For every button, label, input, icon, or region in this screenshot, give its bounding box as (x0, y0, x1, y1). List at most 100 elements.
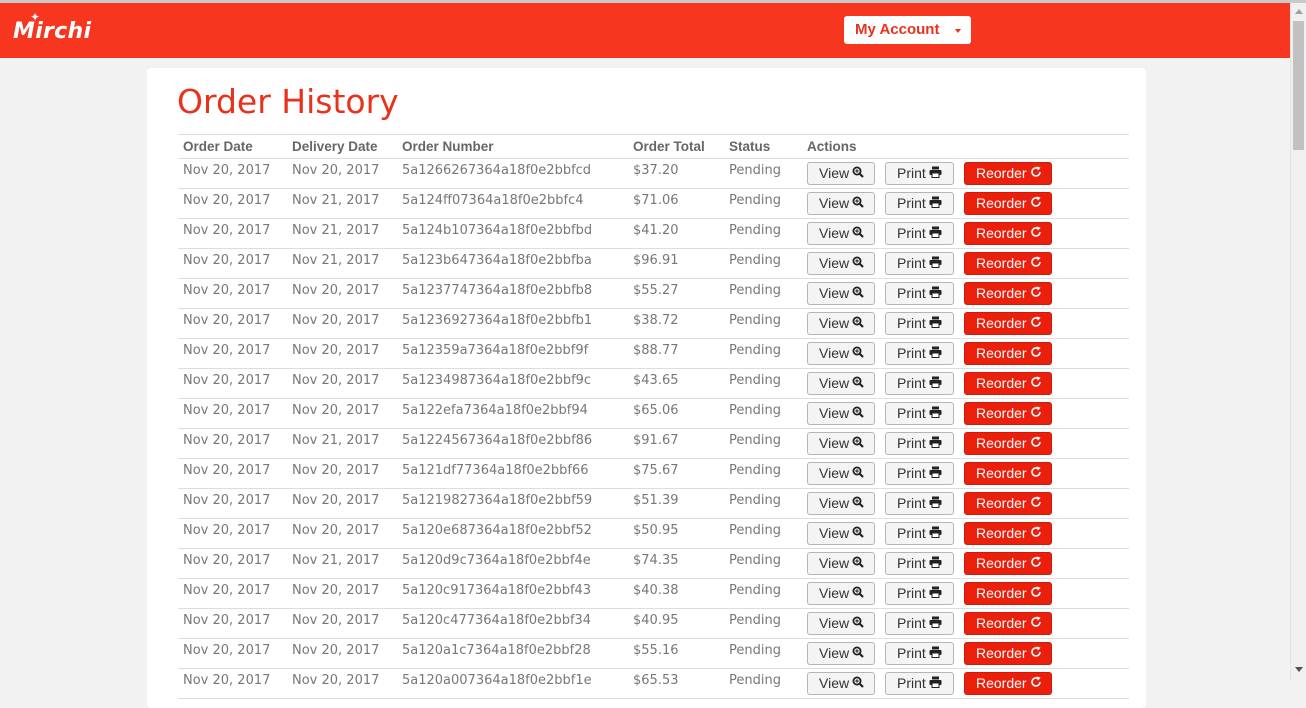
order-date-cell: Nov 20, 2017 (178, 248, 287, 279)
print-button[interactable]: Print (885, 402, 954, 425)
print-button[interactable]: Print (885, 192, 954, 215)
print-button[interactable]: Print (885, 492, 954, 515)
scrollbar-thumb[interactable] (1293, 21, 1304, 150)
view-button[interactable]: View (807, 282, 875, 305)
view-button[interactable]: View (807, 552, 875, 575)
print-button[interactable]: Print (885, 342, 954, 365)
actions-cell: View Print Reorder (802, 338, 1129, 369)
view-button[interactable]: View (807, 522, 875, 545)
delivery-date-cell: Nov 21, 2017 (287, 188, 397, 219)
view-button[interactable]: View (807, 612, 875, 635)
actions-cell: View Print Reorder (802, 608, 1129, 639)
view-button[interactable]: View (807, 402, 875, 425)
actions-cell: View Print Reorder (802, 308, 1129, 339)
reorder-button[interactable]: Reorder (964, 582, 1052, 605)
view-button[interactable]: View (807, 642, 875, 665)
reorder-button[interactable]: Reorder (964, 432, 1052, 455)
print-button[interactable]: Print (885, 252, 954, 275)
print-button[interactable]: Print (885, 522, 954, 545)
reorder-button[interactable]: Reorder (964, 342, 1052, 365)
order-number-cell: 5a1224567364a18f0e2bbf86 (397, 428, 628, 459)
print-button[interactable]: Print (885, 672, 954, 695)
actions-cell: View Print Reorder (802, 398, 1129, 429)
view-button[interactable]: View (807, 162, 875, 185)
view-button[interactable]: View (807, 492, 875, 515)
delivery-date-cell: Nov 20, 2017 (287, 638, 397, 669)
view-button[interactable]: View (807, 432, 875, 455)
orders-table: Order Date Delivery Date Order Number Or… (178, 134, 1129, 699)
print-button[interactable]: Print (885, 582, 954, 605)
reorder-button-label: Reorder (976, 555, 1027, 571)
refresh-icon (1030, 585, 1042, 606)
reorder-button[interactable]: Reorder (964, 522, 1052, 545)
reorder-button[interactable]: Reorder (964, 372, 1052, 395)
reorder-button[interactable]: Reorder (964, 162, 1052, 185)
print-button-label: Print (897, 435, 926, 451)
print-button[interactable]: Print (885, 372, 954, 395)
print-button-label: Print (897, 645, 926, 661)
brand-logo[interactable]: ✦ Mirchi (13, 10, 91, 44)
order-number-cell: 5a120d9c7364a18f0e2bbf4e (397, 548, 628, 579)
refresh-icon (1030, 345, 1042, 366)
order-total-cell: $91.67 (628, 428, 724, 459)
order-total-cell: $65.53 (628, 668, 724, 699)
vertical-scrollbar[interactable] (1290, 3, 1306, 680)
reorder-button-label: Reorder (976, 525, 1027, 541)
view-button[interactable]: View (807, 192, 875, 215)
view-button[interactable]: View (807, 312, 875, 335)
order-number-cell: 5a122efa7364a18f0e2bbf94 (397, 398, 628, 429)
print-button[interactable]: Print (885, 432, 954, 455)
print-button[interactable]: Print (885, 612, 954, 635)
reorder-button[interactable]: Reorder (964, 552, 1052, 575)
print-button[interactable]: Print (885, 312, 954, 335)
view-button[interactable]: View (807, 672, 875, 695)
actions-cell: View Print Reorder (802, 218, 1129, 249)
print-button[interactable]: Print (885, 552, 954, 575)
search-plus-icon (852, 315, 864, 336)
print-button[interactable]: Print (885, 162, 954, 185)
reorder-button[interactable]: Reorder (964, 192, 1052, 215)
logo-spark-icon: ✦ (30, 10, 41, 24)
delivery-date-cell: Nov 20, 2017 (287, 338, 397, 369)
reorder-button[interactable]: Reorder (964, 312, 1052, 335)
view-button[interactable]: View (807, 342, 875, 365)
search-plus-icon (852, 495, 864, 516)
view-button[interactable]: View (807, 582, 875, 605)
view-button[interactable]: View (807, 252, 875, 275)
print-button[interactable]: Print (885, 462, 954, 485)
reorder-button[interactable]: Reorder (964, 492, 1052, 515)
reorder-button[interactable]: Reorder (964, 462, 1052, 485)
my-account-label: My Account (855, 21, 940, 38)
view-button[interactable]: View (807, 372, 875, 395)
header-delivery-date: Delivery Date (287, 134, 397, 159)
print-button[interactable]: Print (885, 222, 954, 245)
status-cell: Pending (724, 158, 802, 189)
reorder-button[interactable]: Reorder (964, 282, 1052, 305)
search-plus-icon (852, 525, 864, 546)
order-total-cell: $75.67 (628, 458, 724, 489)
print-button[interactable]: Print (885, 642, 954, 665)
refresh-icon (1030, 495, 1042, 516)
reorder-button[interactable]: Reorder (964, 672, 1052, 695)
my-account-dropdown[interactable]: My Account (844, 16, 971, 44)
reorder-button[interactable]: Reorder (964, 222, 1052, 245)
view-button[interactable]: View (807, 462, 875, 485)
order-number-cell: 5a124ff07364a18f0e2bbfc4 (397, 188, 628, 219)
reorder-button[interactable]: Reorder (964, 252, 1052, 275)
print-button-label: Print (897, 555, 926, 571)
actions-cell: View Print Reorder (802, 548, 1129, 579)
scroll-down-arrow-icon[interactable] (1295, 667, 1303, 672)
reorder-button[interactable]: Reorder (964, 402, 1052, 425)
reorder-button-label: Reorder (976, 285, 1027, 301)
scroll-up-arrow-icon[interactable] (1295, 9, 1303, 14)
print-button[interactable]: Print (885, 282, 954, 305)
print-button-label: Print (897, 345, 926, 361)
table-row: Nov 20, 2017 Nov 20, 2017 5a120c477364a18f… (178, 608, 1129, 639)
order-date-cell: Nov 20, 2017 (178, 428, 287, 459)
reorder-button[interactable]: Reorder (964, 612, 1052, 635)
view-button-label: View (819, 315, 850, 331)
status-cell: Pending (724, 428, 802, 459)
status-cell: Pending (724, 218, 802, 249)
reorder-button[interactable]: Reorder (964, 642, 1052, 665)
view-button[interactable]: View (807, 222, 875, 245)
